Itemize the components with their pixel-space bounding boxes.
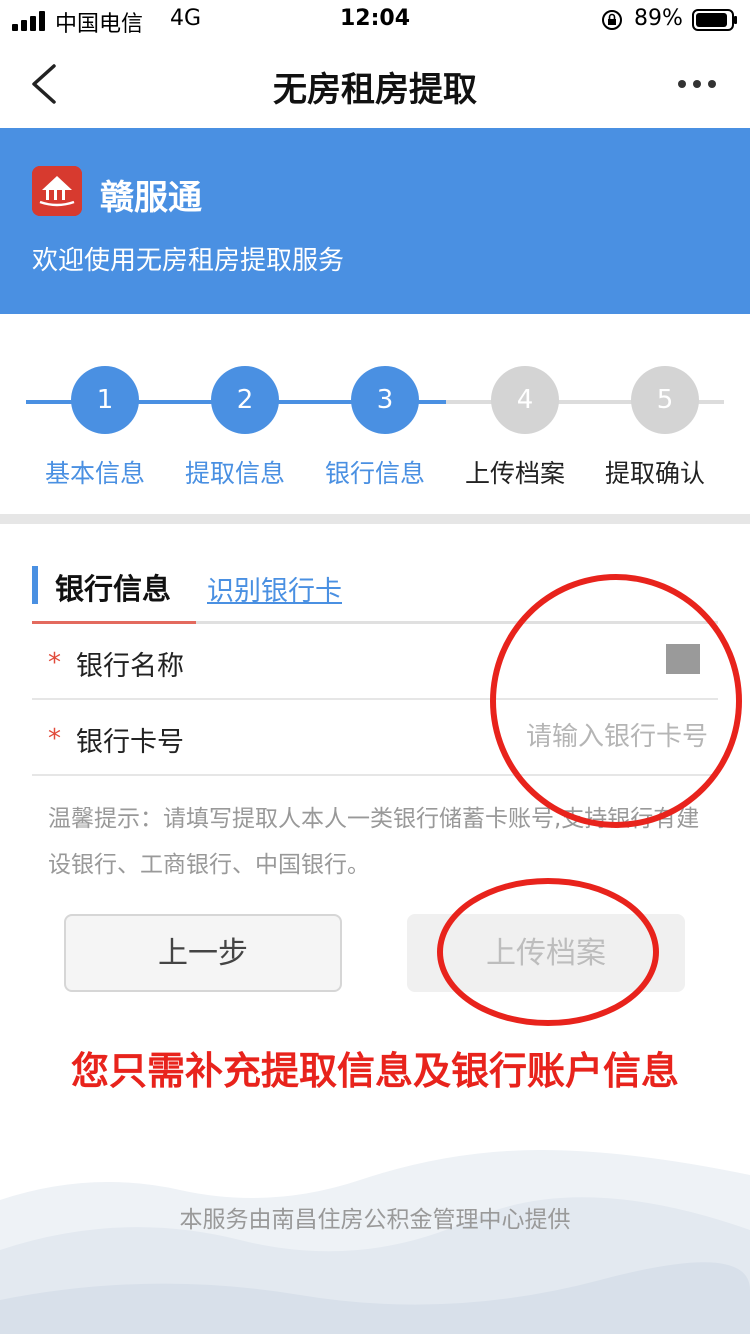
section-title: 银行信息 — [55, 572, 172, 606]
annotation-circle — [437, 878, 659, 1026]
bank-name-label: 银行名称 — [76, 651, 184, 682]
step-4-circle: 4 — [491, 366, 559, 434]
more-options-icon[interactable] — [676, 78, 718, 90]
nav-bar: 无房租房提取 — [0, 40, 750, 128]
step-2-label: 提取信息 — [184, 459, 285, 488]
progress-stepper: 1 2 3 4 5 基本信息 提取信息 银行信息 上传档案 提取确认 — [0, 314, 750, 516]
app-name: 赣服通 — [100, 178, 202, 218]
section-accent-bar — [32, 566, 38, 604]
section-divider — [0, 514, 750, 524]
battery-percent: 89% — [634, 6, 683, 31]
recognize-card-link[interactable]: 识别银行卡 — [207, 569, 342, 608]
rotation-lock-icon — [602, 10, 622, 30]
step-4-label: 上传档案 — [464, 459, 565, 488]
app-logo — [32, 166, 82, 216]
page-title: 无房租房提取 — [273, 70, 477, 110]
required-mark: * — [48, 648, 61, 678]
step-1-circle: 1 — [71, 366, 139, 434]
pavilion-logo-icon — [32, 166, 82, 216]
service-banner: 赣服通 欢迎使用无房租房提取服务 — [0, 128, 750, 314]
card-number-label: 银行卡号 — [76, 727, 184, 758]
step-2-circle: 2 — [211, 366, 279, 434]
step-5-circle: 5 — [631, 366, 699, 434]
annotation-circle — [490, 574, 742, 828]
step-5-label: 提取确认 — [604, 459, 705, 488]
status-bar: 中国电信 4G 12:04 89% — [0, 0, 750, 40]
required-mark: * — [48, 724, 61, 754]
battery-icon — [692, 9, 737, 31]
footer-text: 本服务由南昌住房公积金管理中心提供 — [179, 1207, 571, 1233]
step-3-label: 银行信息 — [324, 459, 425, 488]
step-3-circle: 3 — [351, 366, 419, 434]
step-1-label: 基本信息 — [44, 459, 145, 488]
welcome-text: 欢迎使用无房租房提取服务 — [32, 246, 345, 276]
prev-step-button[interactable]: 上一步 — [64, 914, 342, 992]
